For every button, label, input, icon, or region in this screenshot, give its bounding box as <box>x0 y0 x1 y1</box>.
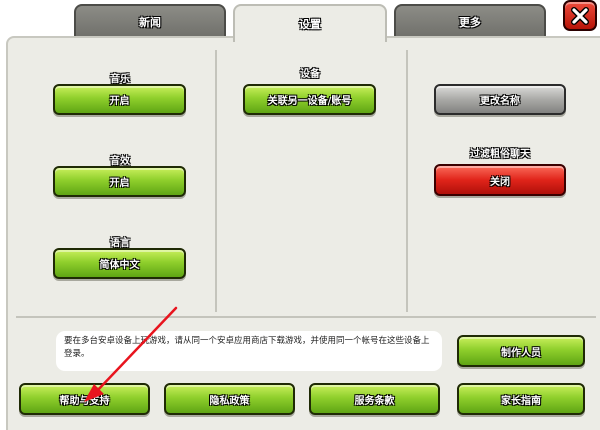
sound-label: 音效 <box>110 156 130 167</box>
column-divider-right <box>406 50 408 312</box>
change-name-label: 更改名称 <box>480 96 520 107</box>
tab-news[interactable]: 新闻 <box>74 4 226 38</box>
language-select-button[interactable]: 简体中文 <box>53 248 186 279</box>
help-support-button[interactable]: 帮助与支持 <box>19 383 150 415</box>
privacy-policy-label: 隐私政策 <box>209 395 250 407</box>
close-button[interactable] <box>563 0 597 31</box>
tab-settings-label: 设置 <box>299 18 321 31</box>
close-icon <box>571 6 589 25</box>
sound-toggle-button[interactable]: 开启 <box>53 166 186 197</box>
terms-of-service-button[interactable]: 服务条款 <box>309 383 440 415</box>
privacy-policy-button[interactable]: 隐私政策 <box>164 383 295 415</box>
footer-divider <box>16 316 596 318</box>
parents-guide-button[interactable]: 家长指南 <box>457 383 585 415</box>
chat-filter-toggle-button[interactable]: 关闭 <box>434 164 566 196</box>
credits-label: 制作人员 <box>501 347 541 359</box>
help-support-label: 帮助与支持 <box>59 395 110 407</box>
tab-more-label: 更多 <box>459 16 481 29</box>
language-select-label: 简体中文 <box>99 260 140 271</box>
music-toggle-button[interactable]: 开启 <box>53 84 186 115</box>
link-device-label: 关联另一设备/账号 <box>267 96 352 107</box>
tab-settings[interactable]: 设置 <box>233 4 387 42</box>
device-label: 设备 <box>300 69 320 80</box>
music-toggle-label: 开启 <box>109 96 130 107</box>
chat-filter-label: 过滤粗俗聊天 <box>470 149 530 160</box>
sound-toggle-label: 开启 <box>109 178 130 189</box>
link-device-button[interactable]: 关联另一设备/账号 <box>243 84 376 115</box>
change-name-button[interactable]: 更改名称 <box>434 84 566 115</box>
language-label: 语言 <box>110 238 130 249</box>
column-divider-left <box>215 50 217 312</box>
music-label: 音乐 <box>110 74 130 85</box>
multi-device-info-text: 要在多台安卓设备上玩游戏，请从同一个安卓应用商店下载游戏，并使用同一个帐号在这些… <box>56 331 442 371</box>
credits-button[interactable]: 制作人员 <box>457 335 585 367</box>
tab-more[interactable]: 更多 <box>394 4 546 38</box>
parents-guide-label: 家长指南 <box>501 395 541 407</box>
terms-of-service-label: 服务条款 <box>354 395 395 407</box>
tab-news-label: 新闻 <box>139 16 161 29</box>
chat-filter-toggle-label: 关闭 <box>490 176 510 188</box>
